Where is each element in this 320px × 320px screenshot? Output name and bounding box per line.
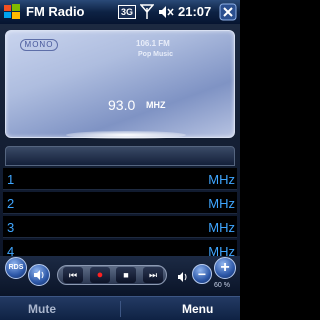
title-bar: FM Radio 3G 21:07 [0,0,240,24]
preset-unit: MHz [208,172,235,187]
clock[interactable]: 21:07 [178,4,211,19]
softkey-separator [120,301,121,317]
volume-level-icon [178,272,187,282]
speaker-button[interactable] [28,264,50,286]
display-glow [66,131,186,139]
preset-number: 1 [7,172,15,187]
tuner-display: MONO 106.1 FM Pop Music 93.0 MHZ [5,30,235,139]
stop-button[interactable]: ■ [116,267,136,283]
station-frequency: 106.1 FM [136,39,170,48]
previous-button[interactable]: ⏮ [63,267,83,283]
transport-bar: ⏮ ● ■ ⏭ [57,265,167,285]
mute-softkey[interactable]: Mute [28,302,56,316]
speaker-icon [34,270,44,280]
station-name: Pop Music [138,51,174,58]
volume-percent: 60 % [214,282,230,289]
preset-number: 2 [7,196,15,211]
mode-label: MONO [20,39,58,51]
frequency-value: 93.0 [108,97,136,113]
preset-row[interactable]: 3 MHz [3,216,237,238]
preset-unit: MHz [208,220,235,235]
signal-icon[interactable] [140,4,154,20]
preset-number: 3 [7,220,15,235]
volume-up-button[interactable]: + [214,257,236,279]
windows-start-icon[interactable] [2,2,22,22]
next-button[interactable]: ⏭ [143,267,163,283]
menu-softkey[interactable]: Menu [182,302,213,316]
preset-row[interactable]: 2 MHz [3,192,237,214]
control-bar: RDS ⏮ ● ■ ⏭ − + 60 % [0,256,240,296]
volume-down-button[interactable]: − [192,264,212,284]
preset-header [5,146,235,166]
softkey-bar: Mute Menu [0,296,240,320]
preset-row[interactable]: 1 MHz [3,168,237,190]
close-icon[interactable] [219,3,237,21]
preset-list: 1 MHz 2 MHz 3 MHz 4 MHz [3,168,237,264]
network-badge: 3G [118,5,137,19]
record-button[interactable]: ● [90,267,110,283]
frequency-unit: MHZ [146,100,166,110]
preset-unit: MHz [208,196,235,211]
app-title: FM Radio [26,4,85,19]
rds-button[interactable]: RDS [5,257,27,279]
volume-icon[interactable] [158,5,174,19]
